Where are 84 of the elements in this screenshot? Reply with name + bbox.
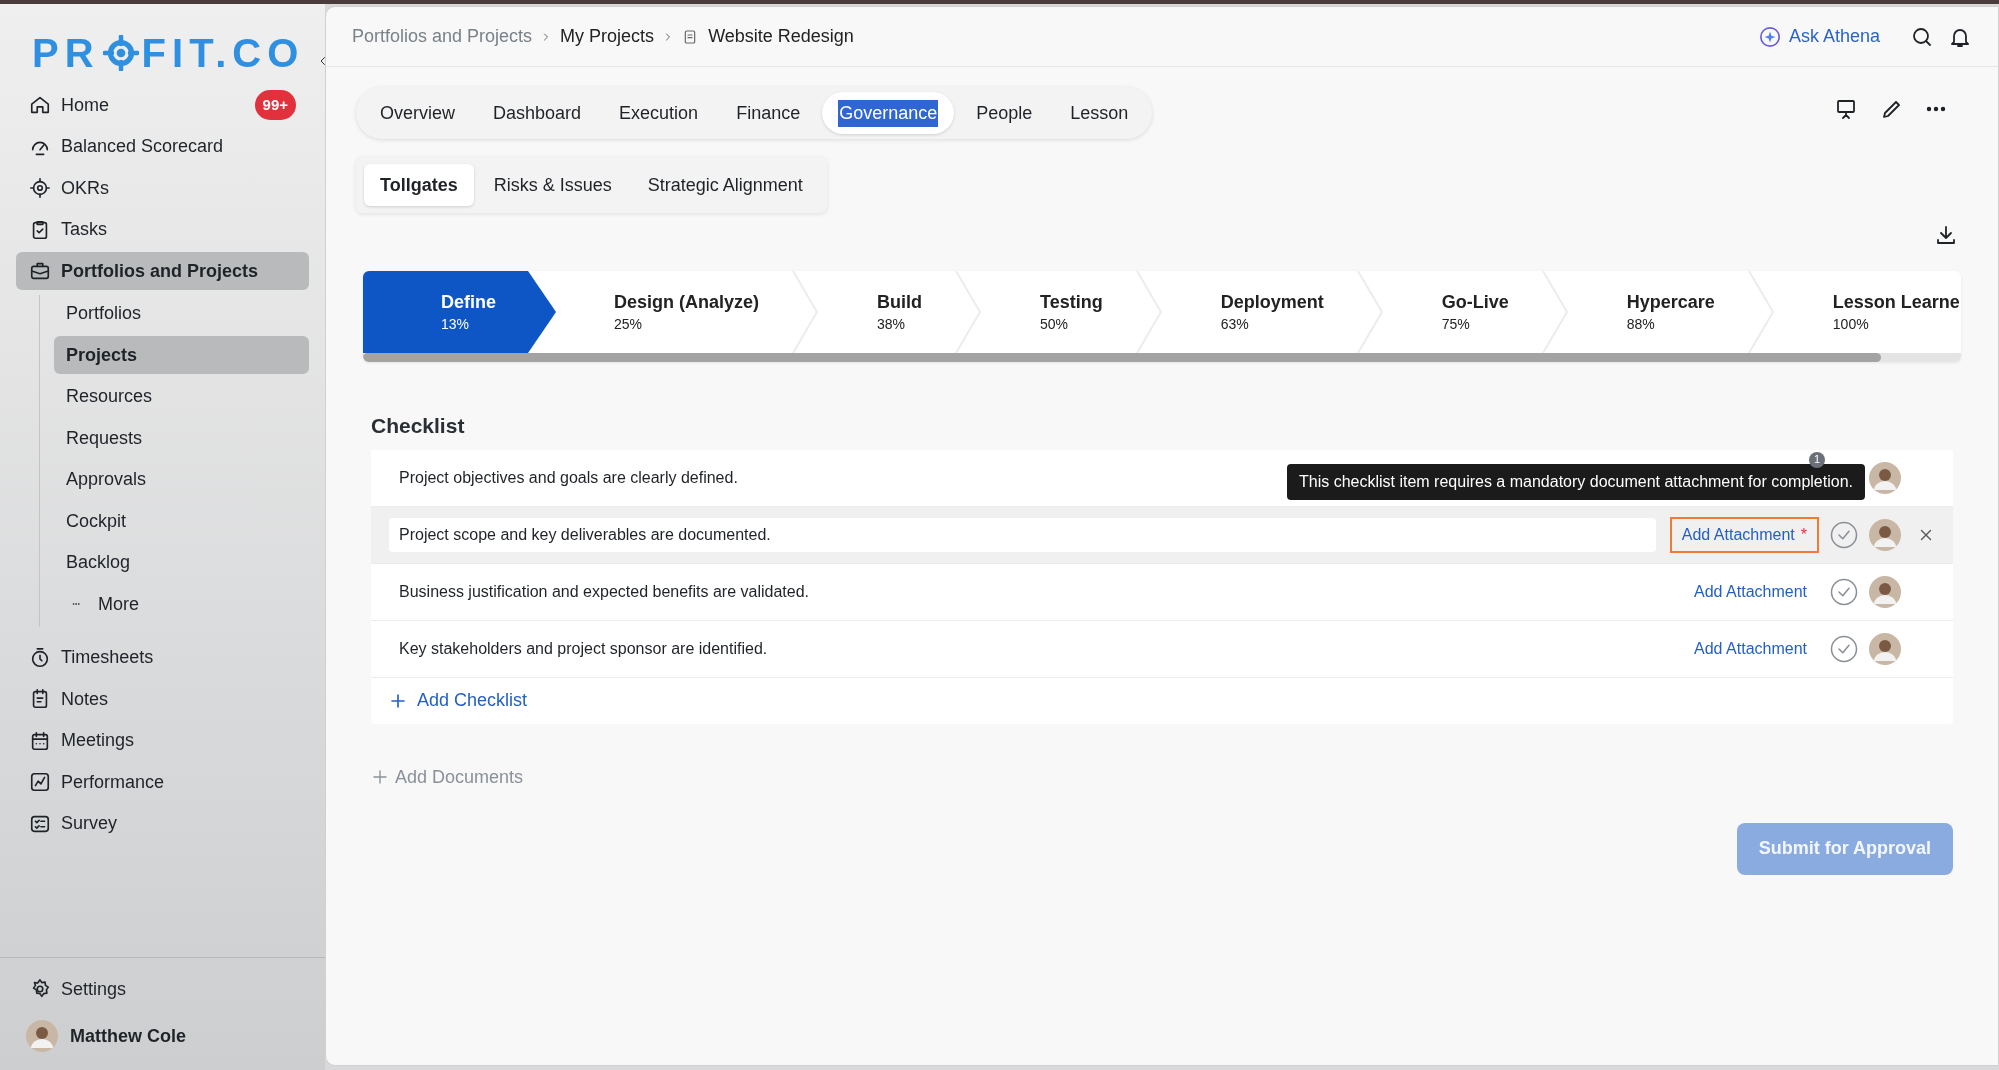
complete-toggle[interactable]: [1829, 519, 1859, 550]
avatar: [1869, 461, 1901, 494]
sidebar-item[interactable]: Timesheets: [16, 638, 309, 677]
checklist-text: Business justification and expected benefits are validated.: [398, 581, 810, 602]
checklist-text: Key stakeholders and project sponsor are identified.: [398, 638, 768, 659]
sidebar-item[interactable]: Portfolios and Projects: [16, 252, 309, 290]
sidebar-item[interactable]: Meetings: [16, 721, 309, 760]
line-chart-icon: [29, 771, 51, 793]
tab[interactable]: Execution: [603, 92, 715, 134]
stage-step[interactable]: Go-Live 75%: [1383, 271, 1569, 353]
sidebar-subitem[interactable]: More: [54, 585, 309, 623]
more-dots-icon: [1926, 106, 1946, 112]
breadcrumb-link[interactable]: Portfolios and Projects: [352, 23, 533, 50]
presentation-icon: [1834, 97, 1858, 121]
tab[interactable]: Lesson: [1054, 92, 1145, 134]
checklist-input-field[interactable]: Project scope and key deliverables are documented.: [389, 517, 1656, 552]
user-name[interactable]: Matthew Cole: [70, 1022, 186, 1050]
ask-athena-button[interactable]: Ask Athena: [1758, 23, 1880, 50]
tab[interactable]: Finance: [720, 92, 817, 134]
sparkle-circle-icon: [1758, 25, 1781, 48]
logo-text: FIT.CO: [141, 30, 305, 77]
target-icon: [29, 177, 51, 199]
stage-step[interactable]: Define 13%: [363, 271, 556, 353]
home-icon: [29, 94, 51, 116]
complete-toggle[interactable]: [1829, 576, 1859, 607]
download-icon: [1934, 223, 1958, 247]
sidebar-item[interactable]: Tasks: [16, 210, 309, 249]
sidebar-item[interactable]: OKRs: [16, 169, 309, 207]
complete-toggle[interactable]: [1829, 633, 1859, 664]
avatar: [1869, 518, 1901, 551]
check-circle-icon: [1829, 519, 1859, 550]
count-badge: 1: [1809, 451, 1825, 468]
sidebar-subitem[interactable]: Approvals: [54, 460, 309, 499]
settings-item[interactable]: Settings: [16, 970, 309, 1008]
breadcrumb-link[interactable]: Website Redesign: [708, 23, 854, 50]
sidebar-subitem[interactable]: Cockpit: [54, 502, 309, 540]
tab[interactable]: Governance: [822, 92, 955, 134]
add-attachment-link[interactable]: Add Attachment *: [1669, 516, 1819, 553]
required-asterisk: *: [1800, 524, 1807, 545]
sidebar-item[interactable]: Performance: [16, 763, 309, 801]
logo-text: PR: [32, 30, 100, 77]
stage-step[interactable]: Hypercare 88%: [1568, 271, 1775, 353]
stage-step[interactable]: Build 38%: [819, 271, 983, 353]
sidebar-item[interactable]: Balanced Scorecard: [16, 127, 309, 166]
sidebar-item[interactable]: Home 99+: [16, 86, 309, 124]
stage-step[interactable]: Testing 50%: [982, 271, 1163, 353]
plus-icon: [389, 691, 407, 710]
stage-step[interactable]: Deployment 63%: [1162, 271, 1384, 353]
calendar-icon: [29, 729, 51, 752]
plus-icon: [371, 768, 389, 786]
add-attachment-link[interactable]: Add Attachment: [1682, 573, 1819, 610]
crosshair-logo-icon: [102, 35, 139, 71]
subtab[interactable]: Tollgates: [364, 164, 474, 206]
tooltip: This checklist item requires a mandatory document attachment for completion.: [1286, 463, 1865, 500]
tab[interactable]: Dashboard: [477, 92, 598, 134]
download-button[interactable]: [1934, 223, 1958, 247]
avatar: [1869, 632, 1901, 665]
stage-step[interactable]: Design (Analyze) 25%: [556, 271, 820, 353]
section-heading: Checklist: [371, 413, 466, 439]
add-attachment-link[interactable]: Add Attachment: [1682, 630, 1819, 667]
notification-badge: 99+: [254, 90, 296, 120]
avatar: [26, 1020, 58, 1052]
add-checklist-button[interactable]: Add Checklist: [371, 677, 546, 724]
present-button[interactable]: [1834, 97, 1858, 121]
stopwatch-icon: [29, 646, 51, 669]
sidebar-item[interactable]: Survey: [16, 804, 309, 843]
subtab[interactable]: Risks & Issues: [477, 164, 628, 206]
stage-step[interactable]: Lesson Learne 100%: [1774, 271, 1961, 353]
tab[interactable]: People: [960, 92, 1049, 134]
sidebar-subitem[interactable]: Backlog: [54, 543, 309, 582]
briefcase-icon: [29, 260, 51, 282]
sidebar-subitem[interactable]: Projects: [54, 336, 309, 374]
checklist-text: Project objectives and goals are clearly defined.: [398, 467, 738, 488]
more-button[interactable]: [1926, 106, 1946, 112]
sidebar-subitem[interactable]: Portfolios: [54, 294, 309, 333]
check-circle-icon: [1829, 633, 1859, 664]
sidebar-subitem[interactable]: Requests: [54, 419, 309, 457]
sidebar-item[interactable]: Notes: [16, 680, 309, 718]
avatar: [1869, 575, 1901, 608]
check-circle-icon: [1829, 576, 1859, 607]
subtab[interactable]: Strategic Alignment: [631, 164, 819, 206]
tab[interactable]: Overview: [364, 92, 471, 134]
sidebar-subitem[interactable]: Resources: [54, 377, 309, 416]
breadcrumb-link[interactable]: My Projects: [560, 23, 655, 50]
